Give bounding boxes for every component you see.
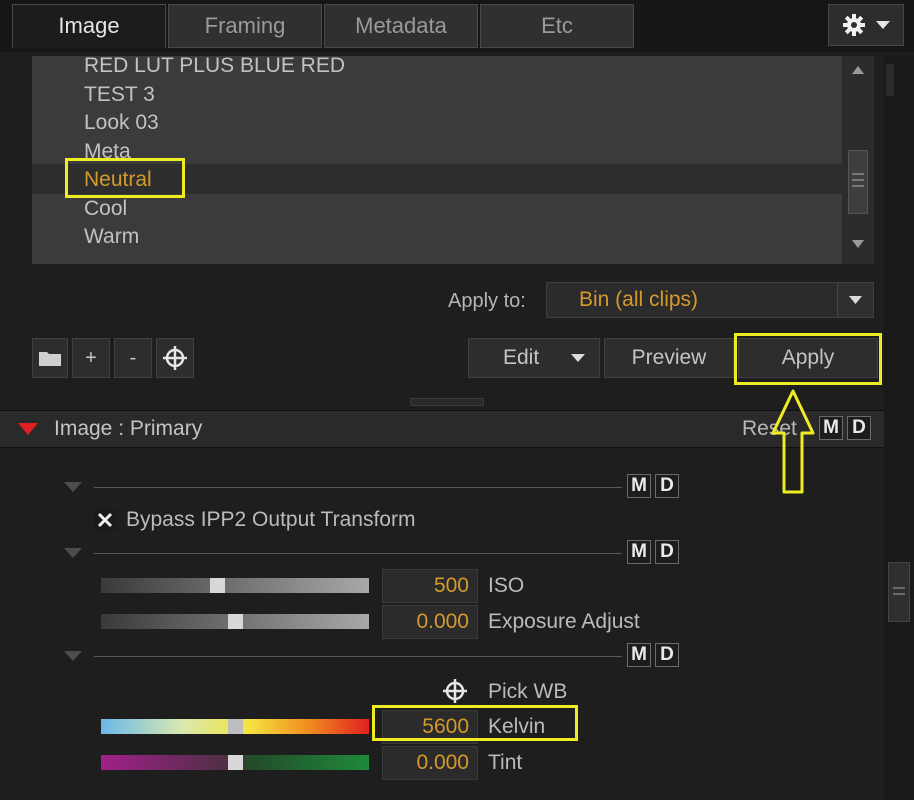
preview-button[interactable]: Preview bbox=[604, 338, 734, 378]
pick-wb-label[interactable]: Pick WB bbox=[488, 680, 567, 704]
panel-scrollbar[interactable] bbox=[884, 56, 914, 800]
group-collapse-icon[interactable] bbox=[64, 482, 82, 492]
d-button[interactable]: D bbox=[655, 643, 679, 667]
bypass-checkbox[interactable] bbox=[94, 509, 116, 531]
dropdown-arrow[interactable] bbox=[837, 283, 873, 317]
exposure-slider[interactable] bbox=[101, 614, 369, 629]
iso-slider[interactable] bbox=[101, 578, 369, 593]
list-item[interactable]: Look 03 bbox=[84, 111, 159, 135]
highlight-box-neutral bbox=[65, 158, 185, 198]
bypass-label: Bypass IPP2 Output Transform bbox=[126, 508, 416, 531]
slider-thumb[interactable] bbox=[228, 614, 243, 629]
gear-icon bbox=[843, 14, 865, 36]
m-button[interactable]: M bbox=[627, 643, 651, 667]
crosshair-button[interactable] bbox=[156, 338, 194, 378]
group-divider bbox=[94, 656, 622, 657]
section-title: Image : Primary bbox=[54, 417, 203, 440]
group-divider bbox=[94, 553, 622, 554]
list-item[interactable]: TEST 3 bbox=[84, 83, 155, 107]
scroll-down-button[interactable] bbox=[842, 232, 874, 256]
looks-list-scrollbar[interactable] bbox=[842, 56, 874, 264]
chevron-down-icon bbox=[571, 354, 585, 362]
m-button[interactable]: M bbox=[819, 416, 843, 440]
apply-to-value: Bin (all clips) bbox=[579, 288, 699, 311]
tint-value[interactable]: 0.000 bbox=[382, 746, 478, 780]
scroll-thumb[interactable] bbox=[888, 562, 910, 622]
apply-to-label: Apply to: bbox=[448, 290, 526, 312]
highlight-box-apply bbox=[734, 333, 882, 385]
crosshair-icon bbox=[163, 346, 187, 370]
list-item[interactable]: RED LUT PLUS BLUE RED bbox=[84, 56, 345, 78]
add-look-button[interactable]: + bbox=[72, 338, 110, 378]
chevron-down-icon bbox=[876, 20, 890, 29]
tab-metadata[interactable]: Metadata bbox=[324, 4, 478, 48]
list-item[interactable]: Cool bbox=[84, 197, 127, 221]
tab-framing[interactable]: Framing bbox=[168, 4, 322, 48]
apply-to-dropdown[interactable]: Bin (all clips) bbox=[546, 282, 874, 318]
d-button[interactable]: D bbox=[847, 416, 871, 440]
chevron-down-icon bbox=[849, 296, 862, 304]
open-folder-button[interactable] bbox=[32, 338, 68, 378]
iso-label: ISO bbox=[488, 574, 525, 597]
iso-value[interactable]: 500 bbox=[382, 569, 478, 603]
splitter-handle[interactable] bbox=[410, 398, 484, 406]
pick-wb-crosshair-icon[interactable] bbox=[442, 678, 468, 704]
collapse-arrow-icon[interactable] bbox=[18, 423, 38, 435]
checkmark-x-icon bbox=[97, 512, 113, 528]
remove-look-button[interactable]: - bbox=[114, 338, 152, 378]
settings-menu-button[interactable] bbox=[828, 4, 904, 46]
group-collapse-icon[interactable] bbox=[64, 651, 82, 661]
tab-etc[interactable]: Etc bbox=[480, 4, 634, 48]
tint-slider[interactable] bbox=[101, 755, 369, 770]
highlight-box-kelvin bbox=[372, 705, 578, 741]
chevron-up-icon bbox=[852, 66, 864, 74]
group-divider bbox=[94, 487, 622, 488]
slider-thumb[interactable] bbox=[228, 755, 243, 770]
tab-bar: Image Framing Metadata Etc bbox=[0, 0, 914, 52]
scroll-up-button[interactable] bbox=[842, 58, 874, 82]
edit-label: Edit bbox=[503, 346, 540, 369]
slider-thumb[interactable] bbox=[228, 719, 243, 734]
list-item[interactable]: Warm bbox=[84, 225, 139, 249]
chevron-down-icon bbox=[852, 240, 864, 248]
kelvin-slider[interactable] bbox=[101, 719, 369, 734]
d-button[interactable]: D bbox=[655, 474, 679, 498]
scroll-thumb[interactable] bbox=[848, 150, 868, 214]
m-button[interactable]: M bbox=[627, 474, 651, 498]
d-button[interactable]: D bbox=[655, 540, 679, 564]
slider-thumb[interactable] bbox=[210, 578, 225, 593]
folder-icon bbox=[39, 352, 61, 366]
section-header-image-primary[interactable]: Image : Primary Reset M D bbox=[0, 410, 884, 448]
exposure-label: Exposure Adjust bbox=[488, 610, 640, 633]
edit-button[interactable]: Edit bbox=[468, 338, 600, 378]
tab-image[interactable]: Image bbox=[12, 4, 166, 48]
exposure-value[interactable]: 0.000 bbox=[382, 605, 478, 639]
group-collapse-icon[interactable] bbox=[64, 548, 82, 558]
m-button[interactable]: M bbox=[627, 540, 651, 564]
arrow-up-annotation-icon bbox=[771, 389, 815, 494]
tint-label: Tint bbox=[488, 751, 523, 774]
